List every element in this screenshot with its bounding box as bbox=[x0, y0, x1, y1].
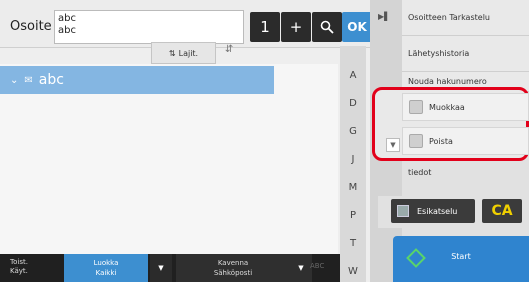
ok-button[interactable]: OK bbox=[342, 12, 372, 42]
trash-icon bbox=[409, 134, 423, 148]
address-label: Osoite bbox=[10, 19, 52, 34]
partial-menu-item-label: tiedot bbox=[408, 168, 432, 177]
index-letter[interactable]: W bbox=[340, 266, 366, 277]
abc-toggle[interactable]: ABC bbox=[310, 262, 324, 270]
delete-button[interactable]: Poista bbox=[402, 127, 529, 155]
sort-icon: ⇅ bbox=[168, 48, 176, 58]
search-icon bbox=[320, 20, 334, 34]
sort-label: Lajit. bbox=[178, 48, 199, 58]
address-book-screen: Osoite abc abc 1 + OK ⇅ Lajit. ⇵ ⌄ ✉ abc… bbox=[0, 0, 529, 282]
menu-item-label: Lähetyshistoria bbox=[408, 49, 470, 58]
menu-item-address-review[interactable]: Osoitteen Tarkastelu bbox=[402, 0, 529, 36]
index-letter[interactable]: M bbox=[340, 182, 366, 193]
count-label: 1 bbox=[260, 18, 270, 36]
menu-item-label: Osoitteen Tarkastelu bbox=[408, 13, 490, 22]
narrow-select[interactable]: Kavenna Sähköposti bbox=[176, 254, 290, 282]
address-field[interactable]: abc abc bbox=[54, 10, 244, 44]
index-letter[interactable]: P bbox=[340, 210, 366, 221]
category-select[interactable]: Luokka Kaikki bbox=[64, 254, 148, 282]
preview-button[interactable]: Esikatselu bbox=[391, 199, 475, 223]
start-button[interactable]: Start bbox=[393, 236, 529, 282]
plus-icon: + bbox=[289, 18, 303, 36]
recall-line-2: Käyt. bbox=[10, 267, 28, 275]
count-button[interactable]: 1 bbox=[250, 12, 280, 42]
sort-az-icon[interactable]: ⇵ bbox=[225, 44, 233, 55]
preview-label: Esikatselu bbox=[417, 206, 458, 216]
clear-all-button[interactable]: CA bbox=[482, 199, 522, 223]
start-label: Start bbox=[451, 252, 471, 261]
preview-icon bbox=[397, 205, 409, 217]
search-button[interactable] bbox=[312, 12, 342, 42]
add-button[interactable]: + bbox=[281, 12, 311, 42]
index-column: A D G J M P T W bbox=[340, 46, 366, 282]
list-item-selected[interactable]: ⌄ ✉ abc bbox=[0, 66, 274, 94]
envelope-icon: ✉ bbox=[24, 74, 33, 86]
category-dropdown-icon[interactable]: ▼ bbox=[150, 254, 172, 282]
ca-label: CA bbox=[491, 203, 513, 219]
collapse-panel-icon[interactable]: ▶▌ bbox=[378, 12, 390, 21]
list-item-label: abc bbox=[38, 72, 64, 88]
edit-label: Muokkaa bbox=[429, 102, 465, 112]
edit-icon bbox=[409, 100, 423, 114]
scroll-down-icon[interactable]: ▼ bbox=[386, 138, 400, 152]
menu-item-label: Nouda hakunumero bbox=[408, 77, 487, 86]
ok-label: OK bbox=[347, 20, 367, 34]
index-letter[interactable]: T bbox=[340, 238, 366, 249]
partial-menu-item[interactable]: tiedot bbox=[402, 162, 529, 186]
address-line-2: abc bbox=[58, 25, 76, 36]
narrow-value: Sähköposti bbox=[213, 269, 253, 277]
edit-button[interactable]: Muokkaa bbox=[402, 93, 529, 121]
category-value: Kaikki bbox=[95, 269, 117, 277]
narrow-label: Kavenna bbox=[217, 259, 249, 267]
delete-label: Poista bbox=[429, 136, 453, 146]
index-letter[interactable]: D bbox=[340, 98, 366, 109]
index-letter[interactable]: J bbox=[340, 154, 366, 165]
index-letter[interactable]: A bbox=[340, 70, 366, 81]
menu-item-send-history[interactable]: Lähetyshistoria bbox=[402, 36, 529, 72]
address-line-1: abc bbox=[58, 13, 76, 24]
category-label: Luokka bbox=[93, 259, 119, 267]
recall-button[interactable]: Toist. Käyt. bbox=[10, 258, 50, 276]
sort-button[interactable]: ⇅ Lajit. bbox=[151, 42, 216, 64]
address-bar: Osoite abc abc 1 + OK bbox=[0, 0, 372, 48]
recall-line-1: Toist. bbox=[10, 258, 28, 266]
narrow-dropdown-icon[interactable]: ▼ bbox=[290, 254, 312, 282]
index-letter[interactable]: G bbox=[340, 126, 366, 137]
chevron-down-icon: ⌄ bbox=[10, 74, 19, 86]
